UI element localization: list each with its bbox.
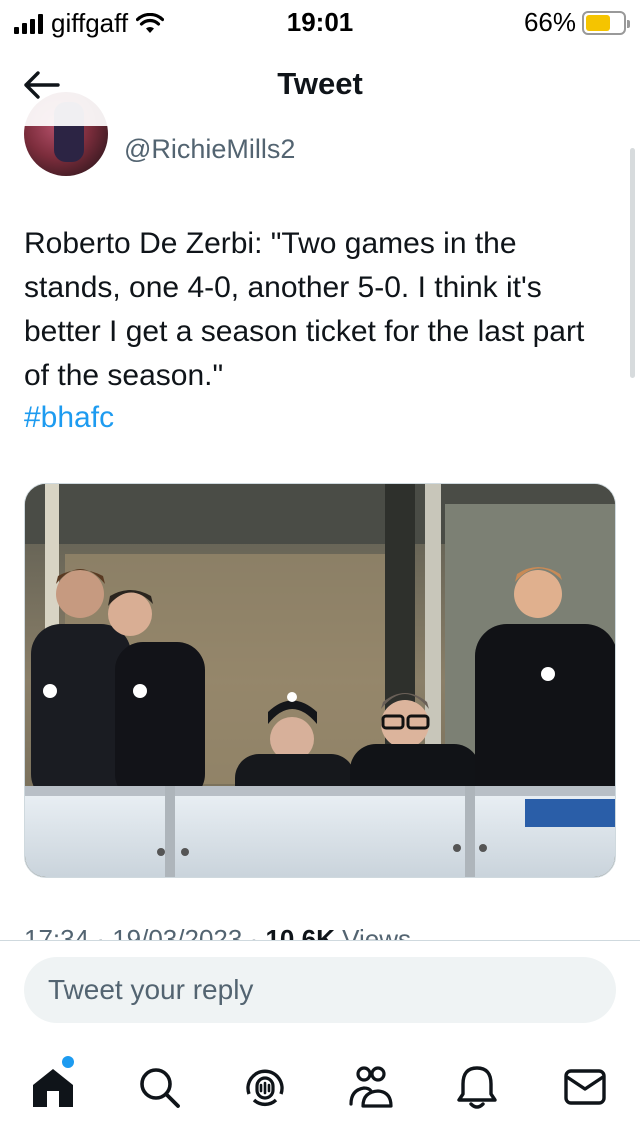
status-bar: giffgaff 19:01 66% xyxy=(0,0,640,44)
tweet-photo[interactable] xyxy=(24,483,616,878)
search-icon xyxy=(140,1068,180,1108)
nav-communities[interactable] xyxy=(346,1062,396,1112)
status-right: 66% xyxy=(523,7,630,38)
nav-notifications[interactable] xyxy=(452,1062,502,1112)
user-handle[interactable]: @RichieMills2 xyxy=(124,134,295,165)
reply-composer xyxy=(0,940,640,1036)
tweet-text: Roberto De Zerbi: "Two games in the stan… xyxy=(24,227,585,392)
notifications-icon xyxy=(457,1066,497,1109)
photo-illustration xyxy=(25,484,615,877)
nav-spaces[interactable] xyxy=(240,1062,290,1112)
scrollbar[interactable] xyxy=(630,148,635,378)
battery-icon xyxy=(582,10,630,35)
messages-icon xyxy=(564,1069,606,1105)
hashtag-link[interactable]: #bhafc xyxy=(24,396,114,440)
battery-percent: 66% xyxy=(523,7,576,37)
home-notification-dot xyxy=(62,1056,74,1068)
reply-input[interactable] xyxy=(24,957,616,1023)
spaces-icon xyxy=(246,1069,284,1107)
page-title: Tweet xyxy=(277,66,363,101)
nav-search[interactable] xyxy=(134,1062,184,1112)
bottom-nav xyxy=(0,1036,640,1136)
communities-icon xyxy=(349,1066,393,1108)
nav-home[interactable] xyxy=(28,1062,78,1112)
top-header: Tweet xyxy=(0,44,640,126)
home-icon xyxy=(33,1069,73,1107)
battery-level xyxy=(586,14,610,31)
nav-messages[interactable] xyxy=(560,1062,610,1112)
